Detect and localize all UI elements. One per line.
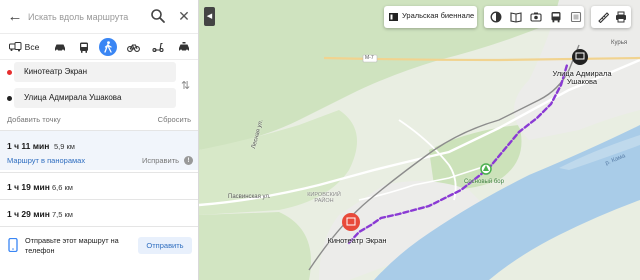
start-pin-icon[interactable] (342, 213, 360, 231)
route-distance: 5,9 км (54, 142, 75, 151)
locality-label: Курья (611, 40, 628, 46)
route-time: 1 ч 19 мин (7, 182, 50, 192)
map-drawing (199, 0, 640, 280)
park-label: Сосновый бор (464, 179, 504, 185)
mode-walk-button[interactable] (99, 38, 117, 56)
mode-bike-button[interactable] (124, 38, 142, 56)
search-input[interactable] (28, 8, 146, 26)
bus-icon (80, 42, 88, 53)
mode-all-button[interactable]: Все (5, 38, 43, 56)
biennale-label: Уральская биеннале (402, 11, 475, 20)
route-time: 1 ч 11 мин (7, 141, 50, 151)
search-bar: ← ✕ (0, 0, 198, 34)
swap-points-icon[interactable]: ⇅ (181, 79, 190, 92)
road-m7-label: М-7 (365, 55, 374, 61)
end-point-marker-icon (7, 96, 12, 101)
route-panel: ← ✕ Все (0, 0, 199, 280)
route-distance: 7,5 км (52, 210, 73, 219)
car-icon (55, 44, 65, 51)
layers-icon[interactable] (490, 11, 502, 23)
end-point-label: Улица Адмирала Ушакова (552, 69, 612, 86)
mode-car-button[interactable] (51, 38, 69, 56)
send-button[interactable]: Отправить (138, 237, 192, 254)
district-label: КИРОВСКИЙ РАЙОН (307, 192, 341, 204)
send-to-phone-block: Отправьте этот маршрут на телефон Отправ… (0, 226, 198, 266)
end-pin-icon[interactable] (572, 49, 588, 65)
panorama-link[interactable]: Маршрут в панорамах (7, 156, 85, 165)
tools-toolbar (591, 6, 631, 28)
start-point-marker-icon (7, 70, 12, 75)
forest-southwest (199, 212, 311, 280)
phone-icon (8, 238, 18, 252)
car-bus-icon (8, 42, 22, 52)
mode-transit-button[interactable] (75, 38, 93, 56)
route-distance: 6,6 км (52, 183, 73, 192)
map-canvas[interactable]: М-7 Улица Адмирала Ушакова Кинотеатр Экр… (199, 0, 640, 280)
mode-all-label: Все (24, 42, 40, 52)
collapse-panel-button[interactable]: ◀ (204, 7, 215, 26)
start-point-field[interactable]: Кинотеатр Экран (14, 62, 176, 82)
route-actions: Добавить точку Сбросить (0, 112, 198, 128)
route-option-3[interactable]: 1 ч 29 мин 7,5 км (0, 199, 198, 225)
back-arrow-icon[interactable]: ← (6, 8, 24, 26)
scooter-icon (152, 42, 164, 52)
layers-square-icon[interactable] (570, 11, 582, 23)
map-layers-toolbar (484, 6, 584, 28)
route-option-2[interactable]: 1 ч 19 мин 6,6 км (0, 172, 198, 198)
street-label: Пасвинская ул. (228, 194, 271, 200)
send-to-phone-text: Отправьте этот маршрут на телефон (25, 236, 119, 255)
route-time: 1 ч 29 мин (7, 209, 50, 219)
reset-link[interactable]: Сбросить (158, 115, 191, 124)
print-icon[interactable] (615, 11, 627, 23)
biennale-chip[interactable]: Уральская биеннале (384, 6, 477, 28)
ruler-icon[interactable] (597, 11, 609, 23)
transport-icon[interactable] (550, 11, 562, 23)
bicycle-icon (126, 44, 140, 52)
edit-route-link[interactable]: Исправить (142, 156, 179, 165)
end-point-field[interactable]: Улица Адмирала Ушакова (14, 88, 176, 108)
transport-mode-bar: Все (0, 34, 198, 60)
app-root: ← ✕ Все (0, 0, 640, 280)
mode-taxi-button[interactable] (175, 38, 193, 56)
start-point-label: Кинотеатр Экран (327, 236, 387, 245)
pedestrian-icon (104, 41, 112, 53)
mode-scooter-button[interactable] (149, 38, 167, 56)
biennale-icon (389, 13, 398, 21)
route-option-1[interactable]: 1 ч 11 мин 5,9 км Маршрут в панорамах Ис… (0, 130, 198, 170)
panorama-icon[interactable] (530, 11, 542, 23)
add-point-link[interactable]: Добавить точку (7, 115, 61, 124)
info-icon[interactable]: ! (184, 156, 193, 165)
close-icon[interactable]: ✕ (177, 7, 191, 25)
taxi-icon (179, 42, 189, 52)
map-book-icon[interactable] (510, 11, 522, 23)
search-icon[interactable] (150, 8, 166, 24)
